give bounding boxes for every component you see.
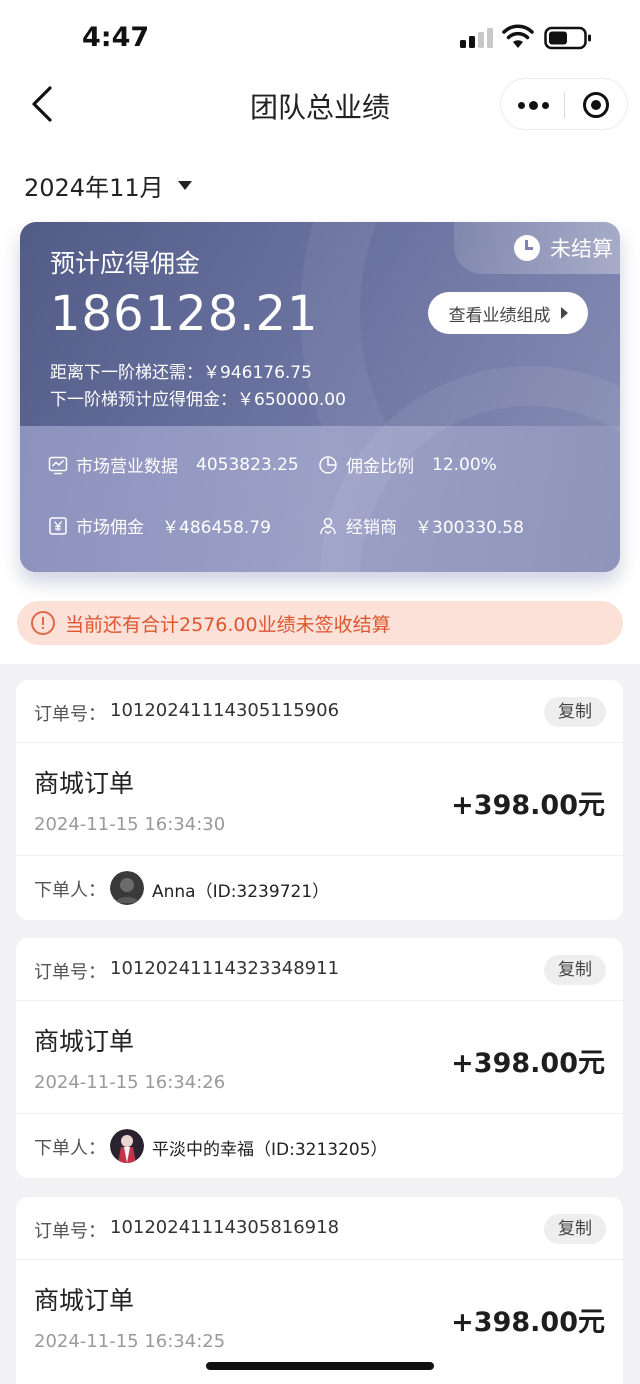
- order-date: 2024-11-15 16:34:26: [34, 1072, 226, 1093]
- stat-market-revenue: 市场营业数据 4053823.25: [48, 452, 299, 477]
- buyer-name: 平淡中的幸福（ID:3213205）: [152, 1140, 388, 1160]
- month-selector[interactable]: 2024年11月: [24, 168, 192, 203]
- stat-value: ￥486458.79: [162, 518, 271, 538]
- info-circle-icon: [31, 611, 55, 635]
- home-indicator[interactable]: [206, 1362, 434, 1370]
- copy-order-number-button[interactable]: 复制: [544, 1214, 606, 1244]
- order-number: 10120241114323348911: [110, 958, 340, 979]
- users-icon: [320, 517, 336, 534]
- stat-commission-rate: 佣金比例 12.00%: [318, 452, 497, 477]
- avatar: [110, 1129, 144, 1163]
- order-card: 订单号： 10120241114305115906 复制 商城订单 2024-1…: [16, 680, 623, 920]
- buyer-label: 下单人：: [34, 880, 106, 901]
- status-time: 4:47: [82, 22, 150, 53]
- chart-icon: [48, 456, 68, 474]
- order-date: 2024-11-15 16:34:25: [34, 1331, 226, 1352]
- unsigned-performance-alert: 当前还有合计2576.00业绩未签收结算: [17, 601, 623, 645]
- cellular-signal-icon: [460, 28, 494, 48]
- order-number: 10120241114305816918: [110, 1217, 340, 1238]
- stat-label: 市场佣金: [76, 518, 144, 538]
- dot-icon: [541, 101, 549, 109]
- view-performance-breakdown-label: 查看业绩组成: [448, 305, 551, 326]
- divider: [16, 1113, 623, 1114]
- order-date: 2024-11-15 16:34:30: [34, 814, 226, 835]
- order-amount: +398.00元: [451, 1307, 605, 1338]
- stat-label: 经销商: [346, 518, 397, 538]
- estimated-commission-label: 预计应得佣金: [50, 249, 201, 278]
- dot-icon: [528, 100, 538, 110]
- copy-order-number-button[interactable]: 复制: [544, 697, 606, 727]
- order-amount: +398.00元: [451, 1048, 605, 1079]
- stat-value: ￥300330.58: [415, 518, 524, 538]
- divider: [16, 742, 623, 743]
- card-stats-panel: [20, 366, 620, 572]
- wifi-icon: [502, 24, 534, 48]
- alert-text: 当前还有合计2576.00业绩未签收结算: [65, 613, 391, 636]
- caret-down-icon: [177, 181, 192, 190]
- order-number-label: 订单号：: [34, 962, 106, 983]
- estimated-commission-amount: 186128.21: [50, 286, 319, 342]
- divider: [16, 855, 623, 856]
- close-mini-program-button[interactable]: [583, 92, 609, 118]
- dot-icon: [517, 101, 525, 109]
- divider: [16, 1259, 623, 1260]
- mini-program-capsule: [500, 78, 628, 130]
- order-type: 商城订单: [34, 1027, 135, 1056]
- stat-label: 市场营业数据: [76, 457, 178, 477]
- settlement-status-label: 未结算: [550, 237, 613, 261]
- stat-market-commission: 市场佣金 ￥486458.79: [48, 513, 271, 538]
- battery-icon: [544, 26, 591, 50]
- copy-order-number-button[interactable]: 复制: [544, 955, 606, 985]
- more-options-button[interactable]: [501, 79, 565, 131]
- order-type: 商城订单: [34, 1286, 135, 1315]
- stat-distributor: 经销商 ￥300330.58: [318, 513, 524, 538]
- order-type: 商城订单: [34, 769, 135, 798]
- divider: [16, 1000, 623, 1001]
- buyer-name: Anna（ID:3239721）: [152, 882, 330, 902]
- order-amount: +398.00元: [451, 790, 605, 821]
- pie-icon: [319, 455, 337, 474]
- buyer-label: 下单人：: [34, 1138, 106, 1159]
- order-number: 10120241114305115906: [110, 700, 340, 721]
- next-tier-commission: 下一阶梯预计应得佣金：￥650000.00: [50, 390, 346, 410]
- settlement-status-badge: 未结算: [454, 222, 620, 274]
- order-card: 订单号： 10120241114323348911 复制 商城订单 2024-1…: [16, 938, 623, 1178]
- order-number-label: 订单号：: [34, 704, 106, 725]
- stat-label: 佣金比例: [346, 457, 414, 477]
- gap-to-next-tier: 距离下一阶梯还需：￥946176.75: [50, 363, 312, 383]
- stat-value: 4053823.25: [196, 454, 299, 475]
- avatar: [110, 871, 144, 905]
- triangle-right-icon: [560, 307, 568, 319]
- view-performance-breakdown-button[interactable]: 查看业绩组成: [428, 292, 588, 334]
- capsule-divider: [564, 92, 565, 118]
- stat-value: 12.00%: [432, 454, 497, 475]
- yen-icon: [49, 516, 67, 535]
- order-number-label: 订单号：: [34, 1221, 106, 1242]
- order-card: 订单号： 10120241114305816918 复制 商城订单 2024-1…: [16, 1197, 623, 1384]
- month-label: 2024年11月: [24, 174, 164, 202]
- commission-card: 未结算 预计应得佣金 186128.21 查看业绩组成 距离下一阶梯还需：￥94…: [20, 222, 620, 572]
- clock-icon: [514, 235, 540, 261]
